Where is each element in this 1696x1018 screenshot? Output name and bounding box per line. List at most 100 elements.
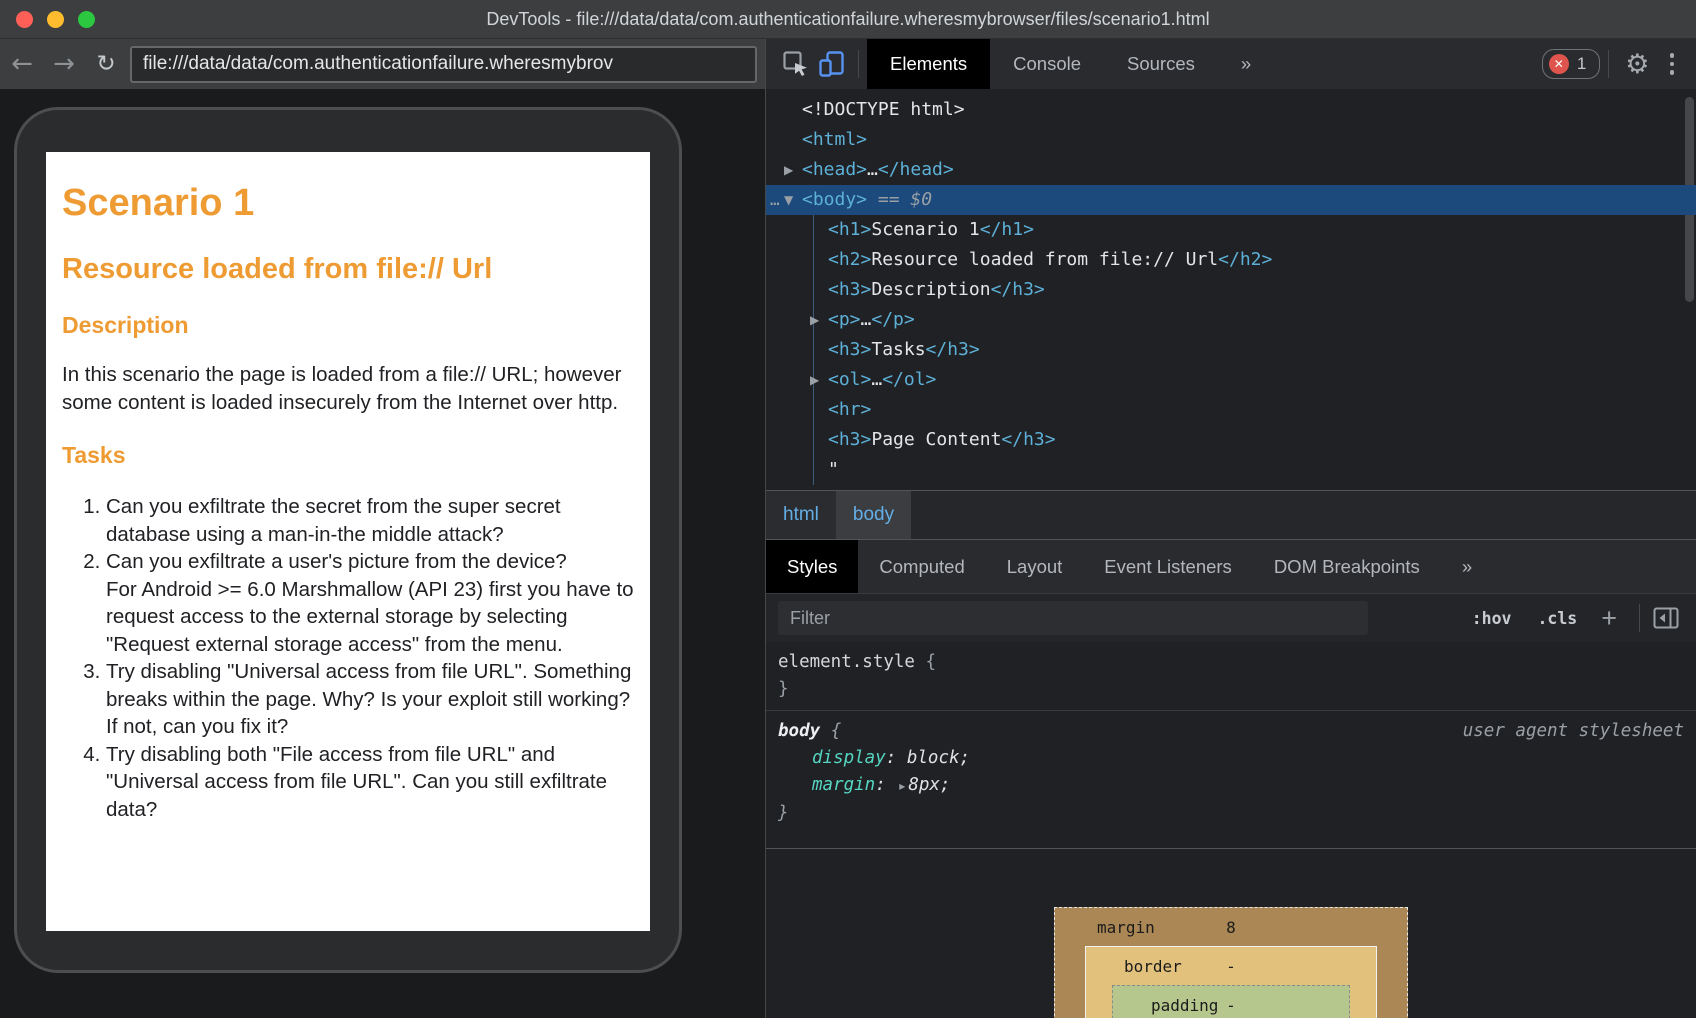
- border-value[interactable]: -: [1226, 957, 1236, 976]
- dom-tree-row[interactable]: <hr>: [766, 395, 1696, 425]
- kebab-menu-icon[interactable]: [1658, 53, 1687, 75]
- dom-tree-row[interactable]: …▼<body> == $0: [766, 185, 1696, 215]
- window-titlebar: DevTools - file:///data/data/com.authent…: [0, 0, 1696, 39]
- window-title: DevTools - file:///data/data/com.authent…: [486, 9, 1209, 30]
- body-selector[interactable]: body: [778, 721, 820, 741]
- toolbar-divider: [1608, 50, 1609, 78]
- rule-body-user-agent[interactable]: user agent stylesheetbody { display: blo…: [766, 711, 1696, 834]
- devtools-pane: ElementsConsoleSources» ✕ 1 ⚙ <!DOCTYPE …: [765, 39, 1696, 1018]
- css-declaration[interactable]: margin: ▸8px;: [778, 772, 1684, 800]
- inspect-element-icon[interactable]: [778, 46, 814, 82]
- sidebar-tab-layout[interactable]: Layout: [986, 540, 1084, 593]
- dom-tree-row[interactable]: ": [766, 455, 1696, 485]
- page-screen: Scenario 1 Resource loaded from file:// …: [46, 152, 650, 931]
- device-toolbar-icon[interactable]: [814, 46, 850, 82]
- device-frame: Scenario 1 Resource loaded from file:// …: [14, 107, 682, 973]
- rule-selector-line: user agent stylesheetbody {: [778, 718, 1684, 745]
- device-emulation-area: Scenario 1 Resource loaded from file:// …: [0, 89, 765, 1018]
- dom-tree-row[interactable]: <h3>Tasks</h3>: [766, 335, 1696, 365]
- styles-filter-input[interactable]: [778, 601, 1368, 635]
- element-style-selector[interactable]: element.style: [778, 652, 915, 672]
- reload-icon[interactable]: ↻: [88, 41, 124, 87]
- box-model-padding[interactable]: padding -: [1112, 985, 1350, 1018]
- dom-node-text: <hr>: [766, 395, 871, 425]
- metrics-divider: [766, 848, 1696, 849]
- css-property-name[interactable]: display: [812, 748, 886, 768]
- margin-label: margin: [1097, 918, 1155, 937]
- dom-tree-row[interactable]: <!DOCTYPE html>: [766, 95, 1696, 125]
- dom-tree-row[interactable]: <h1>Scenario 1</h1>: [766, 215, 1696, 245]
- page-subtitle: Resource loaded from file:// Url: [62, 253, 634, 286]
- expand-arrow-icon[interactable]: ▶: [810, 305, 819, 335]
- dom-node-text: <html>: [766, 125, 867, 155]
- dom-node-text: <h1>Scenario 1</h1>: [766, 215, 1034, 245]
- tab-sources[interactable]: Sources: [1104, 39, 1218, 89]
- sidebar-tab-styles[interactable]: Styles: [766, 540, 858, 593]
- margin-value[interactable]: 8: [1226, 918, 1236, 937]
- pseudo-toggle-cls[interactable]: .cls: [1537, 609, 1577, 628]
- zoom-window-button[interactable]: [78, 11, 95, 28]
- css-property-value[interactable]: 8px;: [908, 775, 950, 795]
- css-property-value[interactable]: block;: [907, 748, 970, 768]
- styles-pane: element.style { } user agent stylesheet b…: [766, 642, 1696, 1018]
- padding-label: padding: [1151, 996, 1218, 1015]
- dom-tree-row[interactable]: ▶<p>…</p>: [766, 305, 1696, 335]
- sidebar-tab-more-sidebar-tabs[interactable]: »: [1441, 540, 1493, 593]
- css-property-name[interactable]: margin: [812, 775, 875, 795]
- dom-node-text: ": [766, 455, 839, 485]
- dom-tree: <!DOCTYPE html><html>▶<head>…</head>…▼<b…: [766, 89, 1696, 490]
- pseudo-toggle-hov[interactable]: :hov: [1472, 609, 1512, 628]
- dom-node-text: <h2>Resource loaded from file:// Url</h2…: [766, 245, 1272, 275]
- styles-filter-row: :hov .cls +: [766, 593, 1696, 642]
- back-icon[interactable]: ←: [4, 41, 40, 87]
- dom-tree-row[interactable]: <html>: [766, 125, 1696, 155]
- new-style-rule-plus-icon[interactable]: +: [1577, 605, 1631, 632]
- rule-close-line: }: [778, 800, 1684, 827]
- browser-pane: ← → ↻ file:///data/data/com.authenticati…: [0, 39, 765, 1018]
- tab-elements[interactable]: Elements: [867, 39, 990, 89]
- padding-value[interactable]: -: [1226, 996, 1236, 1015]
- dom-tree-row[interactable]: <h3>Description</h3>: [766, 275, 1696, 305]
- task-list-item: Try disabling both "File access from fil…: [106, 741, 634, 824]
- tab-console[interactable]: Console: [990, 39, 1104, 89]
- forward-icon[interactable]: →: [46, 41, 82, 87]
- url-bar[interactable]: file:///data/data/com.authenticationfail…: [130, 46, 757, 83]
- tab-more-tabs[interactable]: »: [1218, 39, 1274, 89]
- description-text: In this scenario the page is loaded from…: [62, 361, 634, 416]
- devtools-tabs: ElementsConsoleSources»: [867, 39, 1274, 89]
- box-model-diagram: margin 8 border - padding -: [1054, 907, 1408, 1018]
- collapse-arrow-icon[interactable]: ▼: [784, 185, 793, 215]
- rule-close-line: }: [778, 676, 1684, 703]
- dom-breadcrumbs: htmlbody: [766, 490, 1696, 539]
- close-window-button[interactable]: [16, 11, 33, 28]
- breadcrumb-body[interactable]: body: [836, 491, 911, 539]
- settings-gear-icon[interactable]: ⚙: [1617, 49, 1657, 80]
- rule-element-style[interactable]: element.style { }: [766, 642, 1696, 711]
- error-badge[interactable]: ✕ 1: [1542, 49, 1600, 79]
- sidebar-tab-dom-breakpoints[interactable]: DOM Breakpoints: [1253, 540, 1441, 593]
- dom-tree-row[interactable]: <h3>Page Content</h3>: [766, 425, 1696, 455]
- dock-sidebar-icon[interactable]: [1648, 600, 1684, 636]
- dom-tree-row[interactable]: <h2>Resource loaded from file:// Url</h2…: [766, 245, 1696, 275]
- dom-tree-row[interactable]: ▶<head>…</head>: [766, 155, 1696, 185]
- expand-value-icon[interactable]: ▸: [896, 779, 908, 793]
- minimize-window-button[interactable]: [47, 11, 64, 28]
- css-declaration[interactable]: display: block;: [778, 745, 1684, 772]
- expand-arrow-icon[interactable]: ▶: [810, 365, 819, 395]
- breadcrumb-html[interactable]: html: [766, 491, 836, 539]
- sidebar-tabs: StylesComputedLayoutEvent ListenersDOM B…: [766, 539, 1696, 593]
- toolbar-divider: [858, 50, 859, 78]
- stylesheet-origin: user agent stylesheet: [1463, 718, 1684, 745]
- dom-node-text: <head>…</head>: [766, 155, 954, 185]
- traffic-lights: [16, 11, 95, 28]
- pseudo-class-toggles: :hov .cls: [1472, 609, 1578, 628]
- sidebar-tab-computed[interactable]: Computed: [858, 540, 985, 593]
- dom-tree-row[interactable]: ▶<ol>…</ol>: [766, 365, 1696, 395]
- error-icon: ✕: [1549, 54, 1569, 74]
- expand-arrow-icon[interactable]: ▶: [784, 155, 793, 185]
- browser-navbar: ← → ↻ file:///data/data/com.authenticati…: [0, 39, 765, 89]
- box-model-border[interactable]: border - padding -: [1085, 946, 1377, 1018]
- box-model-margin[interactable]: margin 8 border - padding -: [1054, 907, 1408, 1018]
- row-overflow-dots-icon[interactable]: …: [770, 185, 781, 215]
- sidebar-tab-event-listeners[interactable]: Event Listeners: [1083, 540, 1253, 593]
